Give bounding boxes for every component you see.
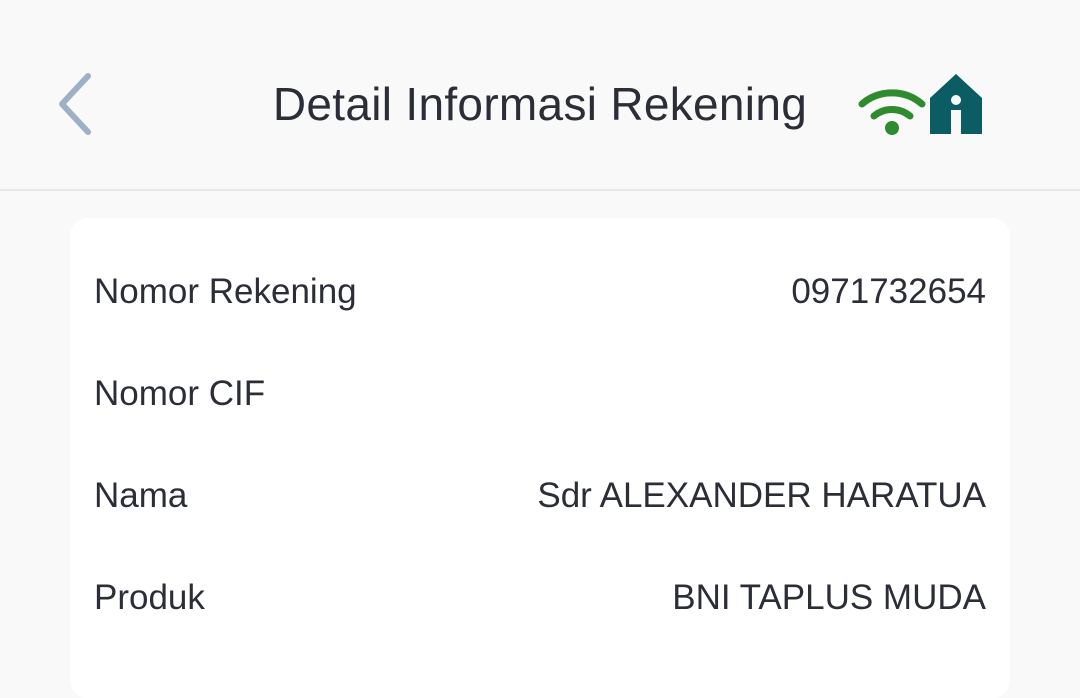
row-label: Produk bbox=[94, 578, 205, 617]
row-label: Nama bbox=[94, 476, 188, 515]
row-label: Nomor Rekening bbox=[94, 272, 357, 311]
detail-row-nama: Nama Sdr ALEXANDER HARATUA bbox=[94, 466, 986, 526]
row-label: Nomor CIF bbox=[94, 374, 266, 413]
detail-row-nomor-rekening: Nomor Rekening 0971732654 bbox=[94, 262, 986, 322]
app-header: Detail Informasi Rekening bbox=[0, 0, 1080, 191]
account-detail-card: Nomor Rekening 0971732654 Nomor CIF Nama… bbox=[70, 218, 1010, 698]
status-icons bbox=[856, 72, 986, 138]
row-value: Sdr ALEXANDER HARATUA bbox=[537, 476, 986, 515]
wifi-icon bbox=[858, 89, 926, 135]
row-value: BNI TAPLUS MUDA bbox=[672, 578, 986, 617]
detail-row-produk: Produk BNI TAPLUS MUDA bbox=[94, 568, 986, 628]
row-value: 0971732654 bbox=[791, 272, 986, 311]
detail-row-nomor-cif: Nomor CIF bbox=[94, 364, 986, 424]
home-icon bbox=[930, 74, 982, 134]
